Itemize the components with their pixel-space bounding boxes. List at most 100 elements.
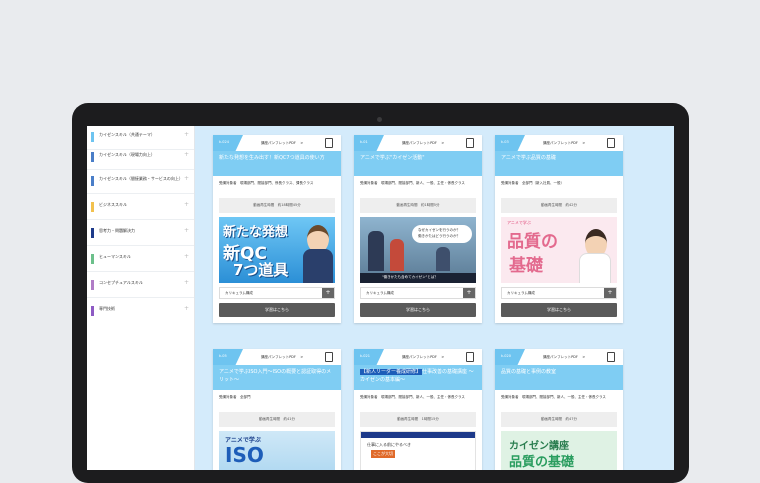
pamphlet-pdf-link[interactable]: 講座パンフレットPDF > <box>402 141 444 146</box>
target-audience: 受講対象者 現場部門、間接部門、係長クラス、課長クラス <box>219 181 314 185</box>
course-card: k-021 講座パンフレットPDF > 【新人リーダー養成研修】仕事改善の基礎講… <box>354 349 482 470</box>
sidebar-item-conceptual-skill[interactable]: コンセプチュアルスキル + <box>87 274 194 298</box>
course-thumbnail[interactable]: アニメで学ぶ ISO <box>219 431 335 470</box>
course-code-tab: k-024 <box>213 135 243 151</box>
course-title[interactable]: アニメで学ぶ"カイゼン活動" <box>360 155 476 163</box>
course-code-tab: k-021 <box>354 349 384 365</box>
divider <box>87 219 194 220</box>
course-title[interactable]: 新たな発想を生み出す！新QC7つ道具の使い方 <box>219 155 335 163</box>
book-icon[interactable] <box>325 138 333 148</box>
divider <box>87 297 194 298</box>
pamphlet-pdf-link[interactable]: 講座パンフレットPDF > <box>261 141 303 146</box>
curriculum-toggle[interactable]: カリキュラム構成 + <box>360 287 476 299</box>
course-thumbnail[interactable]: 新たな発想 新QC 7つ道具 <box>219 217 335 283</box>
sidebar-item-label: ヒューマンスキル <box>99 254 131 259</box>
thumb-text-line: アニメで学ぶ <box>507 220 531 225</box>
chevron-right-icon: > <box>582 355 586 359</box>
curriculum-toggle[interactable]: カリキュラム構成 + <box>501 287 617 299</box>
book-icon[interactable] <box>607 352 615 362</box>
course-title-band: アニメで学ぶISO入門～ISOの概要と認証取得のメリット～ <box>213 365 341 390</box>
course-code-tab: k-01 <box>354 135 384 151</box>
plus-icon[interactable]: + <box>604 288 616 298</box>
sidebar-item-indirect-skill[interactable]: カイゼンスキル（間接業務・サービスの向上） + <box>87 170 194 194</box>
sidebar-item-business-skill[interactable]: ビジネススキル + <box>87 196 194 220</box>
curriculum-label: カリキュラム構成 <box>225 291 253 295</box>
pamphlet-pdf-label: 講座パンフレットPDF <box>402 355 437 359</box>
thumb-text-line: カイゼン講座 <box>509 441 569 452</box>
expand-icon[interactable]: + <box>184 279 189 286</box>
card-header: k-020 講座パンフレットPDF > <box>495 349 623 365</box>
camera-dot <box>377 117 382 122</box>
learn-button[interactable]: 学習はこちら <box>219 303 335 317</box>
expand-icon[interactable]: + <box>184 131 189 138</box>
pamphlet-pdf-label: 講座パンフレットPDF <box>543 355 578 359</box>
book-icon[interactable] <box>325 352 333 362</box>
course-code: k-05 <box>219 354 227 358</box>
course-card: k-024 講座パンフレットPDF > 新たな発想を生み出す！新QC7つ道具の使… <box>213 135 341 323</box>
book-icon[interactable] <box>607 138 615 148</box>
divider <box>87 245 194 246</box>
anime-character <box>436 247 450 271</box>
course-title-band: 【新人リーダー養成研修】仕事改善の基礎講座 ～カイゼンの基本編～ <box>354 365 482 390</box>
divider <box>87 271 194 272</box>
learn-button[interactable]: 学習はこちら <box>360 303 476 317</box>
course-title[interactable]: アニメで学ぶISO入門～ISOの概要と認証取得のメリット～ <box>219 369 335 384</box>
thumb-text-line: 働きかたはどう行うのか？ <box>418 234 460 238</box>
plus-icon[interactable]: + <box>463 288 475 298</box>
course-thumbnail[interactable]: 仕事に入る前にやるべき ここが大切 <box>360 431 476 470</box>
course-card: k-020 講座パンフレットPDF > 品質の基礎と事例の教室 受講対象者 現場… <box>495 349 623 470</box>
pamphlet-pdf-label: 講座パンフレットPDF <box>543 141 578 145</box>
card-header: k-05 講座パンフレットPDF > <box>213 349 341 365</box>
plus-icon[interactable]: + <box>322 288 334 298</box>
target-audience: 受講対象者 現場部門、間接部門、新人、一般、主任・係長クラス <box>360 181 465 185</box>
category-color-bar <box>91 202 94 212</box>
curriculum-toggle[interactable]: カリキュラム構成 + <box>219 287 335 299</box>
expand-icon[interactable]: + <box>184 201 189 208</box>
thumb-text-line: "働きかたも含めてカイゼン"とは？ <box>382 275 438 279</box>
course-code: k-03 <box>501 140 509 144</box>
expand-icon[interactable]: + <box>184 151 189 158</box>
sidebar-item-label: カイゼンスキル（間接業務・サービスの向上） <box>99 176 183 181</box>
course-code-tab: k-05 <box>213 349 243 365</box>
course-title[interactable]: アニメで学ぶ品質の基礎 <box>501 155 617 163</box>
book-icon[interactable] <box>466 138 474 148</box>
course-code-tab: k-03 <box>495 135 525 151</box>
curriculum-label: カリキュラム構成 <box>366 291 394 295</box>
video-duration: 動画再生時間 約41分 <box>219 412 335 427</box>
course-title-band: 品質の基礎と事例の教室 <box>495 365 623 390</box>
chevron-right-icon: > <box>441 355 445 359</box>
category-color-bar <box>91 280 94 290</box>
learn-button[interactable]: 学習はこちら <box>501 303 617 317</box>
pamphlet-pdf-link[interactable]: 講座パンフレットPDF > <box>261 355 303 360</box>
thumb-text-line: ここが大切 <box>371 450 395 458</box>
course-title[interactable]: 【新人リーダー養成研修】仕事改善の基礎講座 ～カイゼンの基本編～ <box>360 369 476 384</box>
thumb-text-line: 品質の <box>507 232 558 252</box>
course-thumbnail[interactable]: アニメで学ぶ 品質の 基礎 <box>501 217 617 283</box>
course-code: k-024 <box>219 140 229 144</box>
sidebar-item-technical[interactable]: 専門技術 + <box>87 300 194 324</box>
expand-icon[interactable]: + <box>184 175 189 182</box>
course-card: k-05 講座パンフレットPDF > アニメで学ぶISO入門～ISOの概要と認証… <box>213 349 341 470</box>
pamphlet-pdf-link[interactable]: 講座パンフレットPDF > <box>543 141 585 146</box>
book-icon[interactable] <box>466 352 474 362</box>
target-audience: 受講対象者 現場部門、間接部門、新人、一般、主任・係長クラス <box>501 395 606 399</box>
pamphlet-pdf-link[interactable]: 講座パンフレットPDF > <box>543 355 585 360</box>
pamphlet-pdf-label: 講座パンフレットPDF <box>261 355 296 359</box>
course-thumbnail[interactable]: カイゼン講座 品質の基礎 <box>501 431 617 470</box>
expand-icon[interactable]: + <box>184 253 189 260</box>
card-header: k-01 講座パンフレットPDF > <box>354 135 482 151</box>
course-title[interactable]: 品質の基礎と事例の教室 <box>501 369 617 377</box>
thumb-text-line: なぜカイゼンを行うのか？ <box>418 228 460 232</box>
sidebar-item-thinking-skill[interactable]: 思考力・問題解決力 + <box>87 222 194 246</box>
sidebar-item-human-skill[interactable]: ヒューマンスキル + <box>87 248 194 272</box>
expand-icon[interactable]: + <box>184 227 189 234</box>
category-color-bar <box>91 132 94 142</box>
course-thumbnail[interactable]: なぜカイゼンを行うのか？ 働きかたはどう行うのか？ "働きかたも含めてカイゼン"… <box>360 217 476 283</box>
course-title-band: アニメで学ぶ"カイゼン活動" <box>354 151 482 176</box>
target-audience: 受講対象者 現場部門、間接部門、新人、一般、主任・係長クラス <box>360 395 465 399</box>
sidebar-item-label: コンセプチュアルスキル <box>99 280 143 285</box>
sidebar-item-field-skill[interactable]: カイゼンスキル（現場力向上） + <box>87 146 194 170</box>
pamphlet-pdf-link[interactable]: 講座パンフレットPDF > <box>402 355 444 360</box>
pamphlet-pdf-label: 講座パンフレットPDF <box>402 141 437 145</box>
expand-icon[interactable]: + <box>184 305 189 312</box>
